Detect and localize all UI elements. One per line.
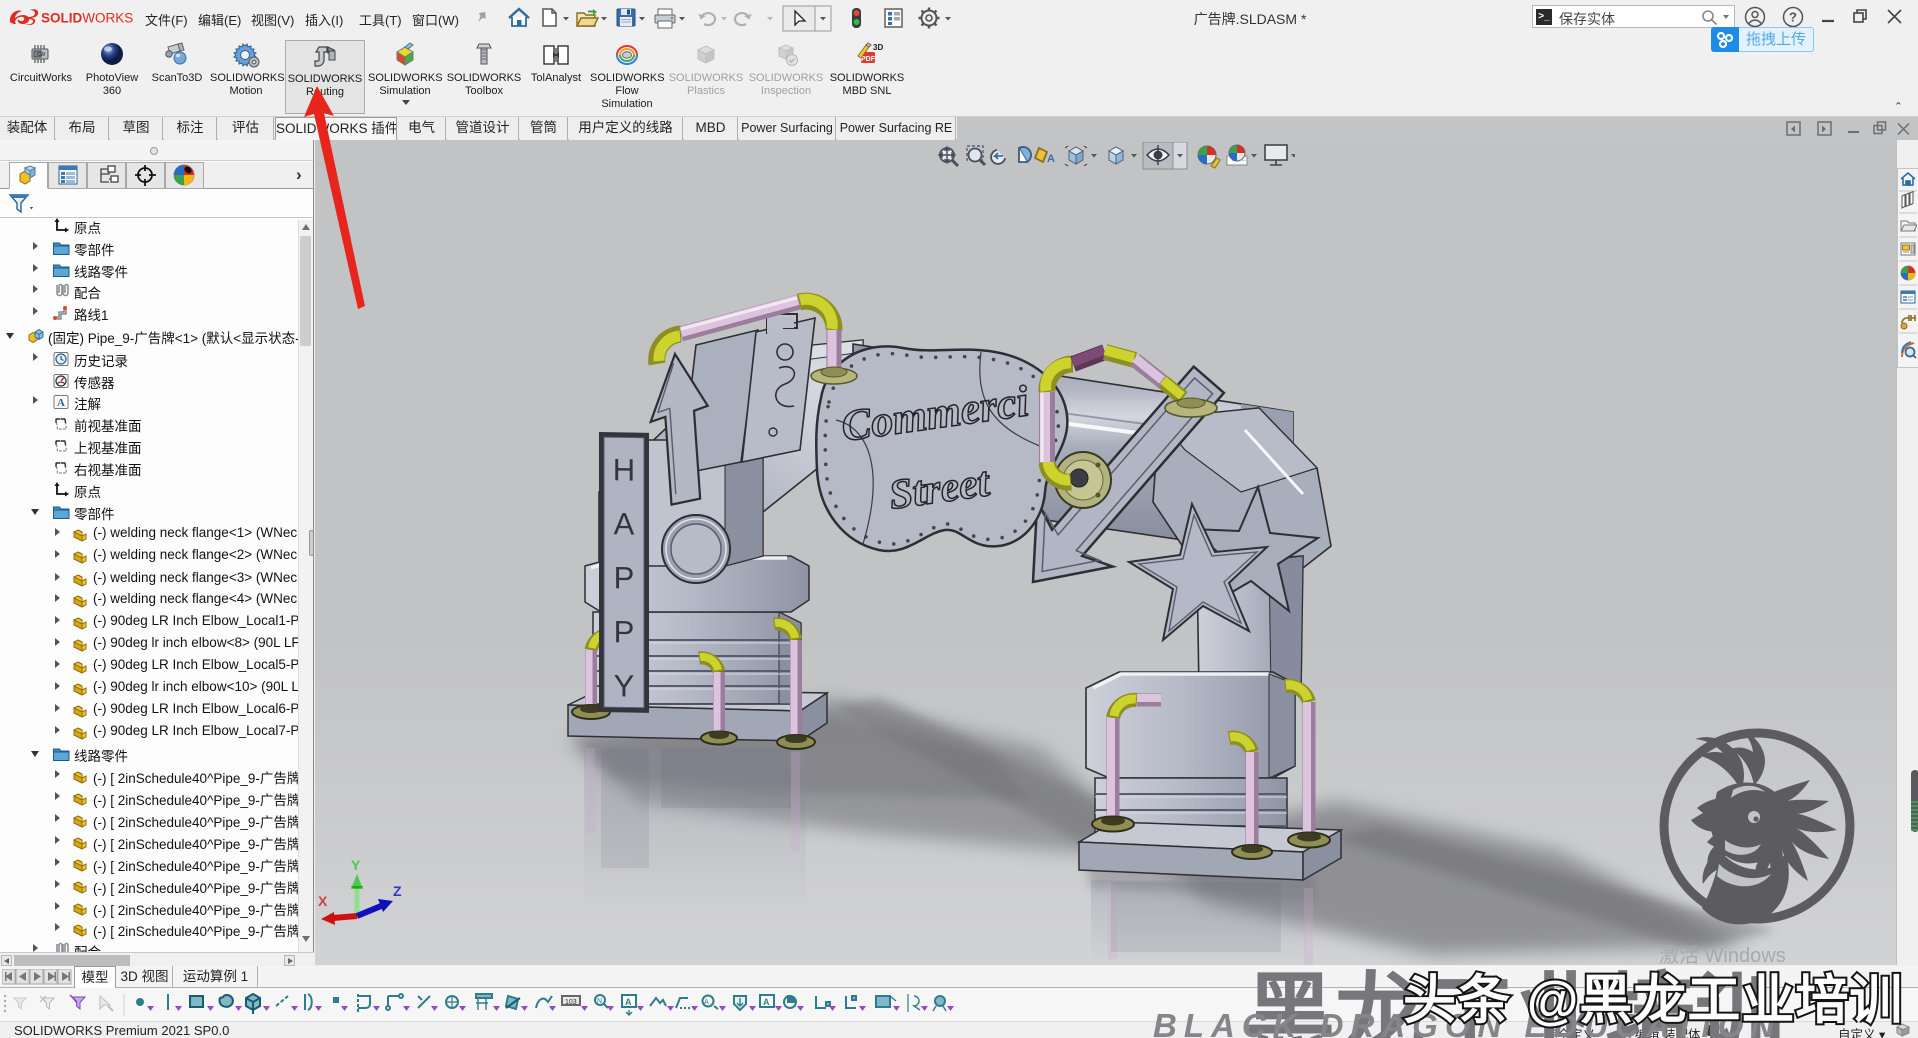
svg-text:P: P — [614, 560, 635, 595]
svg-text:A: A — [1047, 153, 1055, 165]
svg-text:103: 103 — [565, 999, 577, 1006]
svg-text:A: A — [614, 506, 635, 541]
svg-text:X: X — [318, 893, 328, 909]
svg-text:Z: Z — [393, 883, 402, 899]
svg-text:A: A — [625, 997, 632, 1007]
svg-text:头条 @黑龙工业培训: 头条 @黑龙工业培训 — [1403, 971, 1903, 1030]
svg-text:N: N — [597, 998, 602, 1005]
svg-text:A: A — [763, 997, 770, 1007]
svg-text:PDF: PDF — [861, 56, 876, 63]
svg-text:H: H — [613, 452, 635, 487]
svg-text:CW: CW — [37, 52, 46, 58]
svg-text:A: A — [704, 999, 709, 1006]
svg-text:Y: Y — [614, 668, 635, 703]
svg-text:P: P — [614, 614, 635, 649]
svg-text:3D: 3D — [873, 43, 883, 52]
svg-text:?: ? — [1789, 10, 1797, 25]
svg-text:SOLIDWORKS: SOLIDWORKS — [41, 11, 133, 26]
svg-text:Y: Y — [351, 857, 361, 873]
